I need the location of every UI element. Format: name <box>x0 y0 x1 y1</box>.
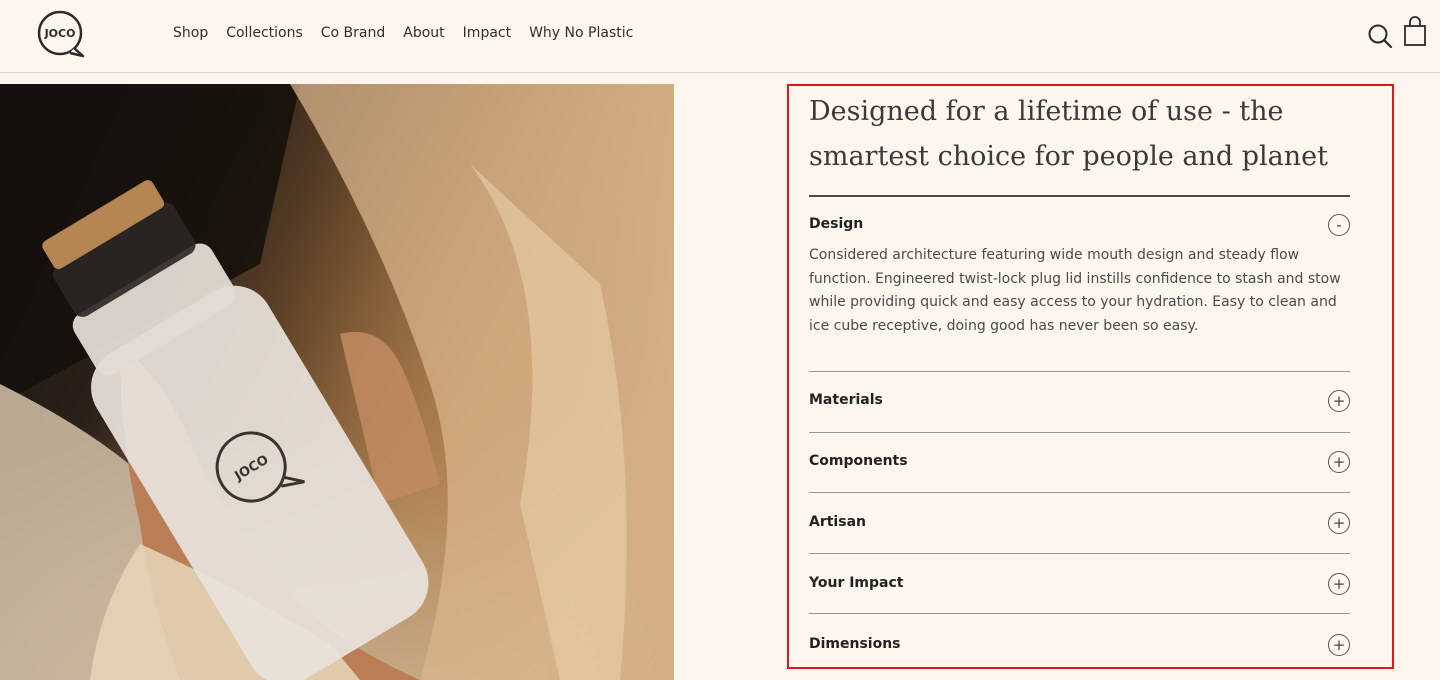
collapse-icon[interactable]: - <box>1328 214 1350 236</box>
expand-icon[interactable]: + <box>1328 390 1350 412</box>
accordion-design[interactable]: Design - <box>809 214 1350 238</box>
nav-co-brand[interactable]: Co Brand <box>321 23 386 43</box>
accordion-materials[interactable]: Materials + <box>809 390 1350 414</box>
main-nav: Shop Collections Co Brand About Impact W… <box>173 23 651 43</box>
nav-about[interactable]: About <box>403 23 444 43</box>
nav-shop[interactable]: Shop <box>173 23 208 43</box>
expand-icon[interactable]: + <box>1328 451 1350 473</box>
accordion-label-materials: Materials <box>809 392 883 408</box>
accordion-divider <box>809 553 1350 554</box>
panel-title: Designed for a lifetime of use - the sma… <box>809 89 1369 179</box>
accordion-label-your-impact: Your Impact <box>809 575 904 591</box>
accordion-divider <box>809 613 1350 614</box>
accordion-label-design: Design <box>809 216 864 232</box>
accordion-artisan[interactable]: Artisan + <box>809 512 1350 536</box>
expand-icon[interactable]: + <box>1328 634 1350 656</box>
accordion-components[interactable]: Components + <box>809 451 1350 475</box>
nav-collections[interactable]: Collections <box>226 23 303 43</box>
nav-why-no-plastic[interactable]: Why No Plastic <box>529 23 633 43</box>
accordion-dimensions[interactable]: Dimensions + <box>809 634 1350 658</box>
accordion-label-dimensions: Dimensions <box>809 636 901 652</box>
panel-title-line-2: smartest choice for people and planet <box>809 141 1328 172</box>
nav-impact[interactable]: Impact <box>463 23 511 43</box>
title-divider <box>809 195 1350 197</box>
expand-icon[interactable]: + <box>1328 512 1350 534</box>
shopping-bag-icon[interactable] <box>1402 16 1430 48</box>
panel-title-line-1: Designed for a lifetime of use - the <box>809 96 1284 127</box>
joco-logo[interactable]: JOCO <box>36 8 88 60</box>
accordion-label-artisan: Artisan <box>809 514 866 530</box>
product-details-panel: Designed for a lifetime of use - the sma… <box>787 84 1394 669</box>
accordion-label-components: Components <box>809 453 908 469</box>
product-lifestyle-image: JOCO <box>0 84 674 680</box>
search-icon[interactable] <box>1366 16 1394 48</box>
expand-icon[interactable]: + <box>1328 573 1350 595</box>
bottle-illustration: JOCO <box>0 84 674 680</box>
accordion-body-design: Considered architecture featuring wide m… <box>809 247 1341 334</box>
accordion-your-impact[interactable]: Your Impact + <box>809 573 1350 597</box>
accordion-divider <box>809 371 1350 372</box>
accordion-divider <box>809 492 1350 493</box>
logo-text: JOCO <box>44 27 76 40</box>
site-header: JOCO Shop Collections Co Brand About Imp… <box>0 0 1440 73</box>
accordion-divider <box>809 432 1350 433</box>
